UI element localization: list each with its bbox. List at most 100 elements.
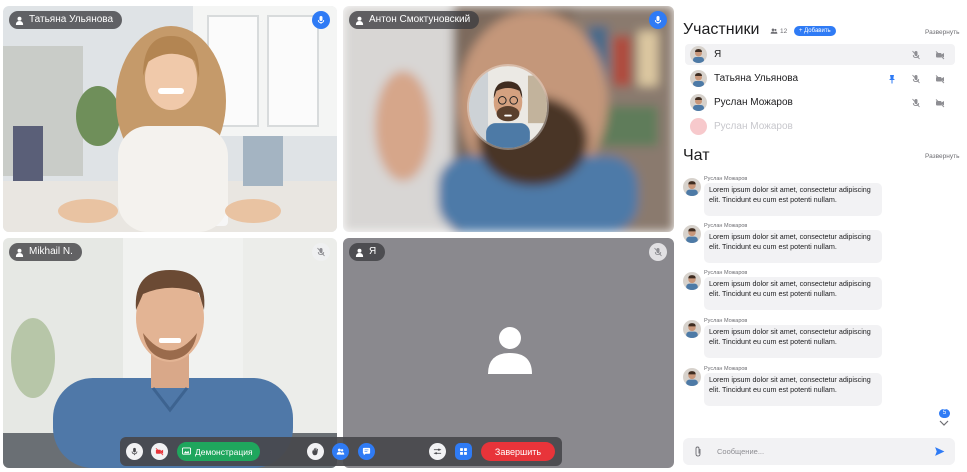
side-panel: Участники 12 + Добавить Развернуть Я Тат… xyxy=(683,0,967,472)
video-tile-self[interactable]: Я xyxy=(343,238,674,468)
participant-name: Я xyxy=(369,246,377,257)
camera-off-icon[interactable] xyxy=(935,50,945,60)
participant-name-label: Mikhail N. xyxy=(9,243,82,261)
participant-name-label: Я xyxy=(349,243,386,261)
message-input[interactable] xyxy=(717,444,917,459)
microphone-muted-icon[interactable] xyxy=(911,50,921,60)
video-tile-tatiana[interactable]: Татьяна Ульянова xyxy=(3,6,337,232)
user-icon xyxy=(15,248,24,257)
mic-on-button[interactable] xyxy=(649,11,667,29)
message-author: Руслан Можаров xyxy=(704,270,748,276)
avatar xyxy=(683,368,701,386)
chat-message: Руслан Можаров Lorem ipsum dolor sit ame… xyxy=(683,366,883,406)
call-control-bar: Демонстрация Завершить xyxy=(120,437,562,466)
chat-message: Руслан Можаров Lorem ipsum dolor sit ame… xyxy=(683,176,883,216)
message-composer xyxy=(683,438,955,465)
participant-row[interactable]: Руслан Можаров xyxy=(685,116,955,137)
user-icon xyxy=(15,16,24,25)
message-text: Lorem ipsum dolor sit amet, consectetur … xyxy=(704,183,882,216)
message-author: Руслан Можаров xyxy=(704,366,748,372)
settings-button[interactable] xyxy=(429,443,446,460)
participant-name: Руслан Можаров xyxy=(714,121,793,132)
avatar xyxy=(683,320,701,338)
user-icon xyxy=(355,16,364,25)
screen-share-icon xyxy=(182,447,191,455)
hand-wave-icon xyxy=(312,447,318,456)
avatar xyxy=(690,94,707,111)
microphone-icon xyxy=(654,16,662,24)
reactions-button[interactable] xyxy=(307,443,324,460)
participant-name-label: Антон Смоктуновский xyxy=(349,11,480,29)
microphone-muted-icon xyxy=(317,247,325,257)
microphone-muted-icon xyxy=(654,247,662,257)
participant-row[interactable]: Руслан Можаров xyxy=(685,92,955,113)
video-feed-mikhail xyxy=(3,238,337,468)
message-author: Руслан Можаров xyxy=(704,176,748,182)
avatar xyxy=(683,225,701,243)
message-author: Руслан Можаров xyxy=(704,318,748,324)
camera-off-icon[interactable] xyxy=(935,74,945,84)
self-view-pip[interactable] xyxy=(467,64,549,150)
avatar xyxy=(683,178,701,196)
microphone-icon xyxy=(317,16,325,24)
chevron-down-icon[interactable] xyxy=(937,418,951,428)
mic-muted-button[interactable] xyxy=(312,243,330,261)
chat-icon xyxy=(362,447,371,456)
video-tile-anton[interactable]: Антон Смоктуновский xyxy=(343,6,674,232)
chat-message: Руслан Можаров Lorem ipsum dolor sit ame… xyxy=(683,318,883,358)
microphone-toggle-button[interactable] xyxy=(126,443,143,460)
avatar xyxy=(690,70,707,87)
participant-row[interactable]: Татьяна Ульянова xyxy=(685,68,955,89)
message-text: Lorem ipsum dolor sit amet, consectetur … xyxy=(704,230,882,263)
chat-title: Чат xyxy=(683,147,710,164)
mic-on-button[interactable] xyxy=(312,11,330,29)
chat-message: Руслан Можаров Lorem ipsum dolor sit ame… xyxy=(683,223,883,263)
microphone-icon xyxy=(131,447,138,456)
participant-name: Я xyxy=(714,49,722,60)
microphone-muted-icon[interactable] xyxy=(911,98,921,108)
user-icon xyxy=(355,248,364,257)
participants-title: Участники xyxy=(683,21,760,38)
avatar xyxy=(690,46,707,63)
video-call-app: Татьяна Ульянова Антон Смоктуновский Mik… xyxy=(0,0,967,472)
message-text: Lorem ipsum dolor sit amet, consectetur … xyxy=(704,373,882,406)
chat-message: Руслан Можаров Lorem ipsum dolor sit ame… xyxy=(683,270,883,310)
end-call-label: Завершить xyxy=(494,446,542,457)
participant-name: Татьяна Ульянова xyxy=(29,14,114,25)
participants-toggle-button[interactable] xyxy=(332,443,349,460)
end-call-button[interactable]: Завершить xyxy=(481,442,555,461)
screen-share-button[interactable]: Демонстрация xyxy=(177,442,260,461)
microphone-muted-icon[interactable] xyxy=(911,74,921,84)
chat-toggle-button[interactable] xyxy=(358,443,375,460)
avatar xyxy=(683,272,701,290)
participants-icon xyxy=(336,448,345,455)
video-feed-tatiana xyxy=(3,6,337,232)
participants-count-value: 12 xyxy=(780,27,788,35)
expand-chat-link[interactable]: Развернуть xyxy=(925,153,959,160)
mic-muted-button[interactable] xyxy=(649,243,667,261)
grid-icon xyxy=(460,448,467,455)
self-view-feed xyxy=(469,66,547,148)
add-participant-button[interactable]: + Добавить xyxy=(794,26,836,36)
pin-icon[interactable] xyxy=(887,74,897,84)
message-text: Lorem ipsum dolor sit amet, consectetur … xyxy=(704,325,882,358)
send-icon[interactable] xyxy=(934,446,945,457)
camera-off-icon[interactable] xyxy=(935,98,945,108)
participant-row-self[interactable]: Я xyxy=(685,44,955,65)
participants-icon xyxy=(770,28,778,34)
screen-share-label: Демонстрация xyxy=(195,446,253,457)
camera-off-icon xyxy=(155,448,164,456)
unread-badge: 5 xyxy=(939,409,950,418)
paperclip-icon[interactable] xyxy=(693,446,703,457)
expand-participants-link[interactable]: Развернуть xyxy=(925,29,959,36)
message-author: Руслан Можаров xyxy=(704,223,748,229)
message-text: Lorem ipsum dolor sit amet, consectetur … xyxy=(704,277,882,310)
participant-name: Руслан Можаров xyxy=(714,97,793,108)
layout-grid-button[interactable] xyxy=(455,443,472,460)
sliders-icon xyxy=(433,448,442,455)
video-tile-mikhail[interactable]: Mikhail N. xyxy=(3,238,337,468)
camera-toggle-button[interactable] xyxy=(151,443,168,460)
participant-name: Антон Смоктуновский xyxy=(369,14,471,25)
user-placeholder-icon xyxy=(488,327,532,374)
avatar xyxy=(690,118,707,135)
